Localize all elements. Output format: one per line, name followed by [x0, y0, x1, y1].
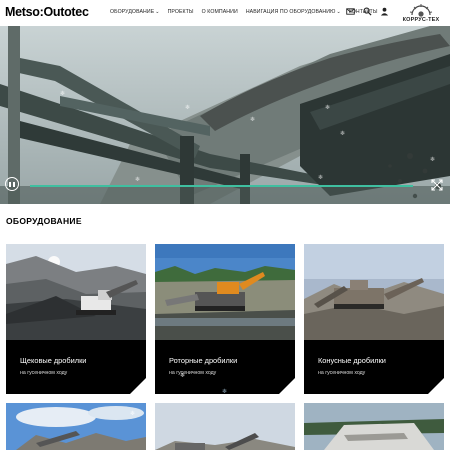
section-title: ОБОРУДОВАНИЕ — [6, 216, 82, 226]
site-logo[interactable]: Metso:Outotec — [5, 5, 89, 19]
pause-bar — [9, 181, 11, 187]
card-image — [6, 403, 146, 450]
equipment-card-jaw[interactable]: Щековые дробилки на гусеничном ходу — [6, 244, 146, 394]
snowflake-icon: ❄ — [430, 157, 436, 163]
card-image — [155, 244, 295, 340]
user-icon[interactable] — [380, 7, 389, 16]
mail-icon[interactable] — [346, 7, 355, 16]
nav-item-equipment[interactable]: ОБОРУДОВАНИЕ⌄ — [110, 9, 160, 15]
snowflake-icon: ❄ — [222, 389, 228, 395]
nav-label: ПРОЕКТЫ — [167, 9, 194, 15]
card-corner — [279, 378, 295, 394]
snowflake-icon: ❄ — [135, 177, 141, 183]
pause-bar — [13, 181, 15, 187]
partner-logo-emblem — [409, 4, 433, 17]
nav-item-projects[interactable]: ПРОЕКТЫ — [168, 9, 194, 15]
equipment-card-row2-3[interactable] — [304, 403, 444, 450]
video-progress-bar[interactable] — [30, 185, 413, 187]
snowflake-icon: ❄ — [180, 373, 186, 379]
nav-item-navigation[interactable]: НАВИГАЦИЯ ПО ОБОРУДОВАНИЮ⌄ — [246, 9, 341, 15]
card-corner — [130, 378, 146, 394]
main-nav: ОБОРУДОВАНИЕ⌄ ПРОЕКТЫ О КОМПАНИИ НАВИГАЦ… — [110, 9, 378, 15]
equipment-card-row2-1[interactable] — [6, 403, 146, 450]
card-corner — [428, 378, 444, 394]
snowflake-icon: ❄ — [130, 411, 136, 417]
card-image — [304, 244, 444, 340]
pause-button[interactable] — [5, 177, 19, 191]
partner-logo[interactable]: КОРРУС-ТЕХ — [398, 3, 444, 23]
card-subtitle: на гусеничном ходу — [318, 370, 366, 376]
card-image — [304, 403, 444, 450]
search-icon[interactable] — [363, 7, 372, 16]
hero-video[interactable]: ❄ ❄ ❄ ❄ ❄ ❄ ❄ ❄ — [0, 26, 450, 204]
hero-image — [0, 26, 450, 204]
card-body: Роторные дробилки на гусеничном ходу — [155, 340, 295, 394]
card-body: Конусные дробилки на гусеничном ходу — [304, 340, 444, 394]
card-body: Щековые дробилки на гусеничном ходу — [6, 340, 146, 394]
snowflake-icon: ❄ — [340, 131, 346, 137]
card-title: Конусные дробилки — [318, 356, 386, 365]
equipment-card-cone[interactable]: Конусные дробилки на гусеничном ходу — [304, 244, 444, 394]
snowflake-icon: ❄ — [250, 117, 256, 123]
card-image — [155, 403, 295, 450]
snowflake-icon: ❄ — [325, 105, 331, 111]
snowflake-icon: ❄ — [318, 175, 324, 181]
snowflake-icon: ❄ — [60, 91, 66, 97]
nav-item-about[interactable]: О КОМПАНИИ — [202, 9, 238, 15]
site-header: Metso:Outotec ОБОРУДОВАНИЕ⌄ ПРОЕКТЫ О КО… — [0, 0, 450, 26]
snowflake-icon: ❄ — [185, 105, 191, 111]
fullscreen-icon[interactable] — [431, 179, 443, 191]
header-icons — [346, 7, 389, 16]
chevron-down-icon: ⌄ — [155, 9, 160, 15]
card-title: Роторные дробилки — [169, 356, 238, 365]
partner-logo-text: КОРРУС-ТЕХ — [402, 17, 440, 23]
equipment-card-row2-2[interactable] — [155, 403, 295, 450]
card-subtitle: на гусеничном ходу — [20, 370, 68, 376]
chevron-down-icon: ⌄ — [336, 9, 341, 15]
card-title: Щековые дробилки — [20, 356, 87, 365]
nav-label: О КОМПАНИИ — [201, 9, 238, 15]
nav-label: ОБОРУДОВАНИЕ — [110, 9, 155, 15]
card-subtitle: на гусеничном ходу — [169, 370, 217, 376]
equipment-card-impact[interactable]: Роторные дробилки на гусеничном ходу — [155, 244, 295, 394]
nav-label: НАВИГАЦИЯ ПО ОБОРУДОВАНИЮ — [245, 9, 336, 15]
card-image — [6, 244, 146, 340]
video-progress-fill — [30, 185, 413, 187]
